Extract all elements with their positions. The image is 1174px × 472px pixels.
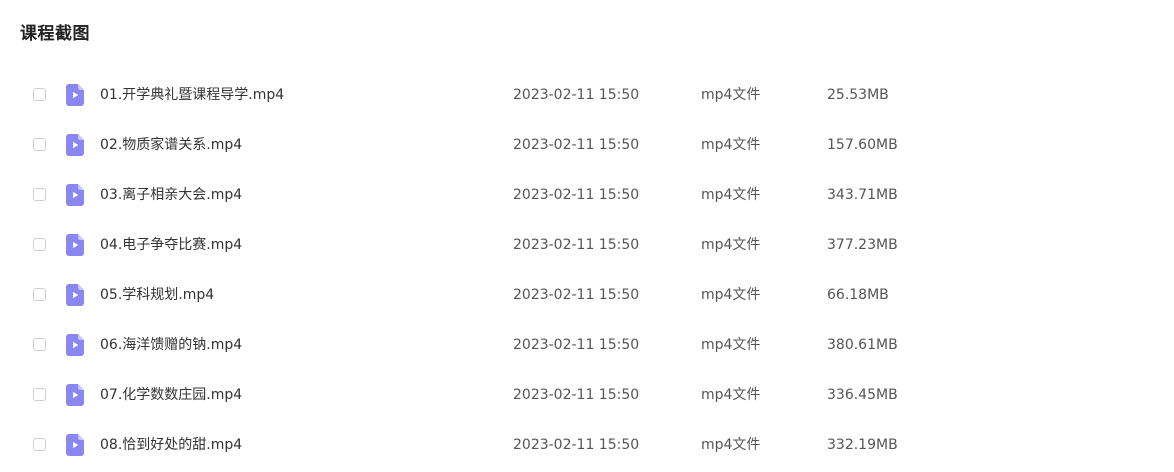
file-row[interactable]: 04.电子争夺比赛.mp4 2023-02-11 15:50 mp4文件 377… — [0, 221, 1174, 271]
file-date: 2023-02-11 15:50 — [513, 437, 640, 453]
video-file-icon — [66, 184, 84, 206]
file-row[interactable]: 08.恰到好处的甜.mp4 2023-02-11 15:50 mp4文件 332… — [0, 421, 1174, 471]
file-checkbox[interactable] — [33, 438, 46, 451]
file-checkbox[interactable] — [33, 288, 46, 301]
file-date: 2023-02-11 15:50 — [513, 237, 640, 253]
file-name[interactable]: 04.电子争夺比赛.mp4 — [100, 235, 242, 255]
file-row[interactable]: 07.化学数数庄园.mp4 2023-02-11 15:50 mp4文件 336… — [0, 371, 1174, 421]
video-file-icon — [66, 334, 84, 356]
file-type: mp4文件 — [701, 337, 761, 353]
file-size: 157.60MB — [827, 137, 898, 153]
file-row[interactable]: 05.学科规划.mp4 2023-02-11 15:50 mp4文件 66.18… — [0, 271, 1174, 321]
file-row[interactable]: 01.开学典礼暨课程导学.mp4 2023-02-11 15:50 mp4文件 … — [0, 71, 1174, 121]
file-checkbox[interactable] — [33, 138, 46, 151]
file-checkbox[interactable] — [33, 338, 46, 351]
file-name[interactable]: 03.离子相亲大会.mp4 — [100, 185, 242, 205]
file-list: 01.开学典礼暨课程导学.mp4 2023-02-11 15:50 mp4文件 … — [0, 71, 1174, 471]
video-file-icon — [66, 384, 84, 406]
video-file-icon — [66, 84, 84, 106]
file-type: mp4文件 — [701, 387, 761, 403]
video-file-icon — [66, 284, 84, 306]
file-checkbox[interactable] — [33, 88, 46, 101]
file-row[interactable]: 03.离子相亲大会.mp4 2023-02-11 15:50 mp4文件 343… — [0, 171, 1174, 221]
file-type: mp4文件 — [701, 137, 761, 153]
file-name[interactable]: 05.学科规划.mp4 — [100, 285, 214, 305]
video-file-icon — [66, 134, 84, 156]
section-title: 课程截图 — [20, 24, 90, 44]
file-size: 25.53MB — [827, 87, 889, 103]
video-file-icon — [66, 234, 84, 256]
file-checkbox[interactable] — [33, 188, 46, 201]
file-name[interactable]: 02.物质家谱关系.mp4 — [100, 135, 242, 155]
file-date: 2023-02-11 15:50 — [513, 87, 640, 103]
file-date: 2023-02-11 15:50 — [513, 337, 640, 353]
file-row[interactable]: 02.物质家谱关系.mp4 2023-02-11 15:50 mp4文件 157… — [0, 121, 1174, 171]
file-type: mp4文件 — [701, 287, 761, 303]
file-checkbox[interactable] — [33, 388, 46, 401]
file-name[interactable]: 08.恰到好处的甜.mp4 — [100, 435, 242, 455]
file-type: mp4文件 — [701, 87, 761, 103]
file-type: mp4文件 — [701, 437, 761, 453]
file-type: mp4文件 — [701, 237, 761, 253]
file-type: mp4文件 — [701, 187, 761, 203]
file-name[interactable]: 01.开学典礼暨课程导学.mp4 — [100, 85, 284, 105]
file-date: 2023-02-11 15:50 — [513, 387, 640, 403]
file-name[interactable]: 06.海洋馈赠的钠.mp4 — [100, 335, 242, 355]
file-checkbox[interactable] — [33, 238, 46, 251]
file-size: 343.71MB — [827, 187, 898, 203]
file-size: 332.19MB — [827, 437, 898, 453]
file-date: 2023-02-11 15:50 — [513, 137, 640, 153]
video-file-icon — [66, 434, 84, 456]
file-size: 336.45MB — [827, 387, 898, 403]
file-date: 2023-02-11 15:50 — [513, 187, 640, 203]
file-name[interactable]: 07.化学数数庄园.mp4 — [100, 385, 242, 405]
file-size: 66.18MB — [827, 287, 889, 303]
file-row[interactable]: 06.海洋馈赠的钠.mp4 2023-02-11 15:50 mp4文件 380… — [0, 321, 1174, 371]
file-size: 380.61MB — [827, 337, 898, 353]
file-size: 377.23MB — [827, 237, 898, 253]
file-date: 2023-02-11 15:50 — [513, 287, 640, 303]
